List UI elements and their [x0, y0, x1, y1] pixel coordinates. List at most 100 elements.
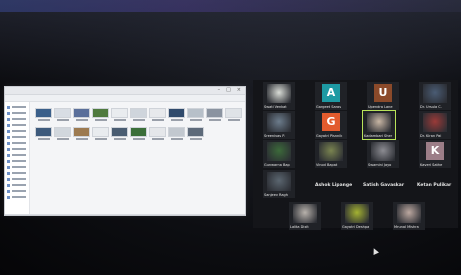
file-name-label	[189, 119, 202, 121]
file-thumbnail[interactable]	[149, 108, 166, 121]
participant-tile[interactable]: G Gayatri Pisnnik	[315, 111, 347, 139]
nav-item-label	[12, 112, 26, 114]
avatar-letter: U	[374, 84, 392, 102]
close-icon[interactable]: ×	[237, 87, 241, 94]
image-file-icon	[92, 127, 109, 138]
participant-tile[interactable]: Kadambari Sher	[362, 110, 396, 140]
participant-name: Sreenivas P.	[264, 134, 285, 138]
folder-icon	[7, 183, 10, 187]
participant-tile[interactable]: Mrunal Mishra	[393, 202, 425, 230]
file-thumbnail[interactable]	[92, 108, 109, 121]
file-thumbnail[interactable]	[187, 108, 204, 121]
avatar-letter: K	[426, 142, 444, 160]
participant-name-tile[interactable]: Ashok Lipange	[315, 183, 352, 189]
folder-icon	[7, 189, 10, 193]
file-thumbnail[interactable]	[54, 127, 71, 140]
participant-tile[interactable]: U Upendra Lane	[367, 82, 399, 110]
file-thumbnail[interactable]	[92, 127, 109, 140]
participant-name: Dr. Ursula C.	[420, 105, 442, 109]
participant-tile[interactable]: Sreenivas P.	[263, 111, 295, 139]
participant-tile[interactable]: Swamini Jayo	[367, 140, 399, 168]
participant-tile[interactable]: Vinod Bapat	[315, 140, 347, 168]
file-thumbnail[interactable]	[111, 127, 128, 140]
nav-item-label	[12, 184, 26, 186]
participant-video	[319, 142, 343, 161]
nav-item-label	[12, 148, 26, 150]
file-name-label	[170, 138, 183, 140]
participant-name-tile[interactable]: Ketan Pulikar	[417, 183, 451, 189]
file-thumbnail[interactable]	[130, 108, 147, 121]
file-thumbnail[interactable]	[73, 127, 90, 140]
file-thumbnail[interactable]	[187, 127, 204, 140]
file-name-label	[94, 119, 107, 121]
participant-name-tile[interactable]: Satish Gavaskar	[363, 183, 404, 189]
participant-name: Sanjeev Ragh	[264, 193, 288, 197]
folder-icon	[7, 153, 10, 157]
explorer-navigation-pane[interactable]	[5, 102, 30, 214]
file-name-label	[208, 119, 221, 121]
file-thumbnail[interactable]	[130, 127, 147, 140]
file-name-label	[94, 138, 107, 140]
participant-tile[interactable]: Lalita Dixit	[289, 202, 321, 230]
file-thumbnail[interactable]	[35, 127, 52, 140]
nav-item-label	[12, 142, 26, 144]
nav-item-label	[12, 172, 26, 174]
image-file-icon	[149, 108, 166, 119]
nav-item-label	[12, 160, 26, 162]
nav-item-label	[12, 190, 26, 192]
image-file-icon	[149, 127, 166, 138]
folder-icon	[7, 171, 10, 175]
nav-item-label	[12, 106, 26, 108]
file-thumbnail[interactable]	[168, 127, 185, 140]
nav-item-label	[12, 124, 26, 126]
participant-name: Gargeet Saras	[316, 105, 342, 109]
file-name-label	[170, 119, 183, 121]
file-thumbnail[interactable]	[35, 108, 52, 121]
nav-item-label	[12, 130, 26, 132]
explorer-file-grid[interactable]	[30, 102, 245, 214]
file-name-label	[113, 138, 126, 140]
image-file-icon	[73, 127, 90, 138]
explorer-titlebar[interactable]: – □ ×	[5, 87, 245, 95]
image-file-icon	[111, 127, 128, 138]
participant-video	[367, 113, 391, 132]
image-file-icon	[92, 108, 109, 119]
participant-tile[interactable]: Gunwarna Bap	[263, 140, 295, 168]
file-thumbnail[interactable]	[168, 108, 185, 121]
file-thumbnail[interactable]	[54, 108, 71, 121]
file-name-label	[75, 119, 88, 121]
file-thumbnail[interactable]	[73, 108, 90, 121]
participant-name: Kaveri Sathe	[420, 163, 443, 167]
participant-tile[interactable]: A Gargeet Saras	[315, 82, 347, 110]
nav-pane-item[interactable]	[7, 194, 29, 200]
participant-tile[interactable]: K Kaveri Sathe	[419, 140, 451, 168]
participant-name: Gayatri Pisnnik	[316, 134, 343, 138]
file-thumbnail[interactable]	[206, 108, 223, 121]
folder-icon	[7, 165, 10, 169]
file-explorer-window[interactable]: – □ ×	[4, 86, 246, 216]
participant-tile[interactable]: Swati Venkat	[263, 82, 295, 110]
participant-tile[interactable]: Gayatri Deshpa	[341, 202, 373, 230]
file-thumbnail[interactable]	[225, 108, 242, 121]
participant-video	[423, 84, 447, 103]
folder-icon	[7, 135, 10, 139]
participant-video	[293, 204, 317, 223]
file-thumbnail[interactable]	[111, 108, 128, 121]
participant-video	[267, 113, 291, 132]
nav-item-label	[12, 166, 26, 168]
explorer-ribbon[interactable]	[5, 95, 245, 102]
participant-tile[interactable]: Dr. Ursula C.	[419, 82, 451, 110]
folder-icon	[7, 117, 10, 121]
participant-name: Lalita Dixit	[290, 225, 309, 229]
folder-icon	[7, 147, 10, 151]
nav-item-label	[12, 196, 26, 198]
nav-item-label	[12, 118, 26, 120]
participant-tile[interactable]: Sanjeev Ragh	[263, 170, 295, 198]
participant-name: Swati Venkat	[264, 105, 287, 109]
maximize-icon[interactable]: □	[226, 87, 231, 94]
file-name-label	[132, 138, 145, 140]
participant-tile[interactable]: Dr. Kiran Pai	[419, 111, 451, 139]
minimize-icon[interactable]: –	[218, 87, 221, 94]
file-name-label	[37, 138, 50, 140]
file-thumbnail[interactable]	[149, 127, 166, 140]
